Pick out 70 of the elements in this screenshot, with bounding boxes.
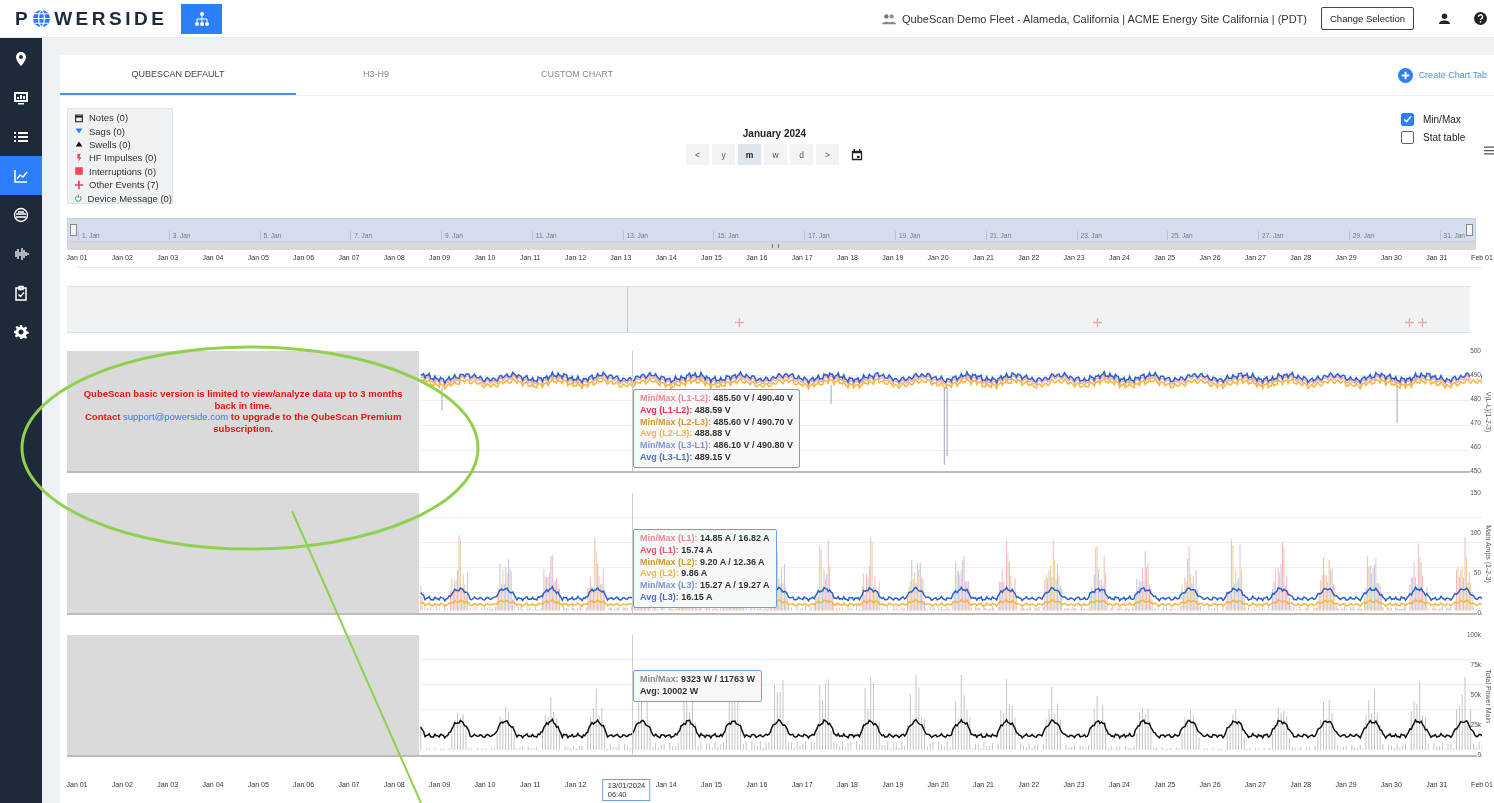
plus-icon xyxy=(1397,67,1413,83)
swell-icon xyxy=(74,139,84,150)
chart-tab[interactable]: CUSTOM CHART xyxy=(456,55,698,95)
tasks-icon xyxy=(13,284,29,301)
period-button[interactable]: y xyxy=(712,144,735,165)
tooltip-line: Avg (L2-L3): 488.88 V xyxy=(640,428,732,441)
tooltip-line: Min/Max (L1-L2): 485.50 V / 490.40 V xyxy=(640,393,794,405)
chart-tab[interactable]: H3-H9 xyxy=(296,55,456,95)
device-icon xyxy=(74,193,83,204)
tooltip-line: Avg (L3): 16.15 A xyxy=(640,592,714,604)
dashboard-icon xyxy=(13,89,29,106)
period-button[interactable]: > xyxy=(816,144,839,165)
legend-label: Interruptions (0) xyxy=(89,165,157,177)
event-marker-icon[interactable] xyxy=(734,318,744,327)
legend-label: Sags (0) xyxy=(89,125,125,137)
period-title: January 2024 xyxy=(742,128,807,139)
legend-label: Device Message (0) xyxy=(87,192,172,204)
option-label: Stat table xyxy=(1423,131,1466,143)
period-button[interactable]: w xyxy=(764,144,787,165)
interruption-icon xyxy=(74,166,84,177)
change-selection-button[interactable]: Change Selection xyxy=(1321,7,1414,30)
chart-icon xyxy=(13,167,29,184)
legend-label: Other Events (7) xyxy=(89,179,159,191)
legend-label: Swells (0) xyxy=(89,138,131,150)
navigator-handle[interactable] xyxy=(1466,224,1473,236)
network-button[interactable] xyxy=(181,3,223,34)
help-icon[interactable] xyxy=(1474,12,1487,25)
checkbox[interactable] xyxy=(1401,130,1414,144)
event-marker-icon[interactable] xyxy=(1418,318,1428,327)
tooltip-line: Avg (L1): 15.74 A xyxy=(640,544,714,557)
event-icon xyxy=(74,179,84,190)
event-marker-icon[interactable] xyxy=(1092,318,1102,327)
period-button[interactable]: d xyxy=(790,144,813,165)
tooltip-line: Min/Max: 9323 W / 11763 W xyxy=(640,674,756,686)
checkbox[interactable] xyxy=(1401,112,1414,126)
limit-message: QubeScan basic version is limited to view/analyze data up to 3 months back in time. Contact support@powerside.com to upgrade to the QubeScan Premium subscription. xyxy=(82,388,404,434)
create-chart-tab-link[interactable]: Create Chart Tab xyxy=(1397,67,1487,83)
tooltip-line: Min/Max (L1): 14.85 A / 16.82 A xyxy=(640,533,770,545)
tooltip-line: Min/Max (L2): 9.20 A / 12.36 A xyxy=(640,556,766,569)
settings-icon xyxy=(13,323,29,340)
tooltip-line: Avg (L1-L2): 488.59 V xyxy=(640,404,732,417)
map-icon xyxy=(13,50,29,67)
menu-icon[interactable] xyxy=(1484,146,1494,155)
group-icon xyxy=(882,12,897,25)
tooltip-line: Avg (L2): 9.86 A xyxy=(640,568,709,581)
tooltip-line: Avg: 10002 W xyxy=(640,685,700,698)
waveform-icon xyxy=(13,245,29,262)
tooltip-line: Min/Max (L3): 15.27 A / 19.27 A xyxy=(640,580,770,592)
option-label: Min/Max xyxy=(1423,113,1461,125)
event-marker-icon[interactable] xyxy=(1405,318,1415,327)
note-icon xyxy=(74,112,84,123)
navigator-handle[interactable] xyxy=(70,224,77,236)
scrollbar[interactable] xyxy=(67,242,1476,250)
chart-tab[interactable]: QUBESCAN DEFAULT xyxy=(60,55,296,95)
logo-text: WERSIDE xyxy=(54,7,168,30)
impulse-icon xyxy=(74,152,84,163)
period-button[interactable]: < xyxy=(686,144,709,165)
user-icon[interactable] xyxy=(1439,13,1450,24)
network-icon xyxy=(193,10,210,27)
site-name: QubeScan Demo Fleet - Alameda, California | ACME Energy Site California | (PDT) xyxy=(902,12,1307,25)
period-button[interactable]: m xyxy=(738,144,761,165)
calendar-icon[interactable] xyxy=(851,148,863,161)
tooltip-line: Min/Max (L2-L3): 485.60 V / 490.70 V xyxy=(640,416,794,429)
meter-icon xyxy=(13,206,29,223)
tooltip-line: Avg (L3-L1): 489.15 V xyxy=(640,452,732,464)
tooltip-line: Min/Max (L3-L1): 486.10 V / 490.80 V xyxy=(640,440,794,452)
legend-label: HF Impulses (0) xyxy=(89,152,157,164)
globe-logo-icon xyxy=(32,9,52,28)
logo-text: P xyxy=(15,7,32,30)
legend-label: Notes (0) xyxy=(89,112,129,124)
